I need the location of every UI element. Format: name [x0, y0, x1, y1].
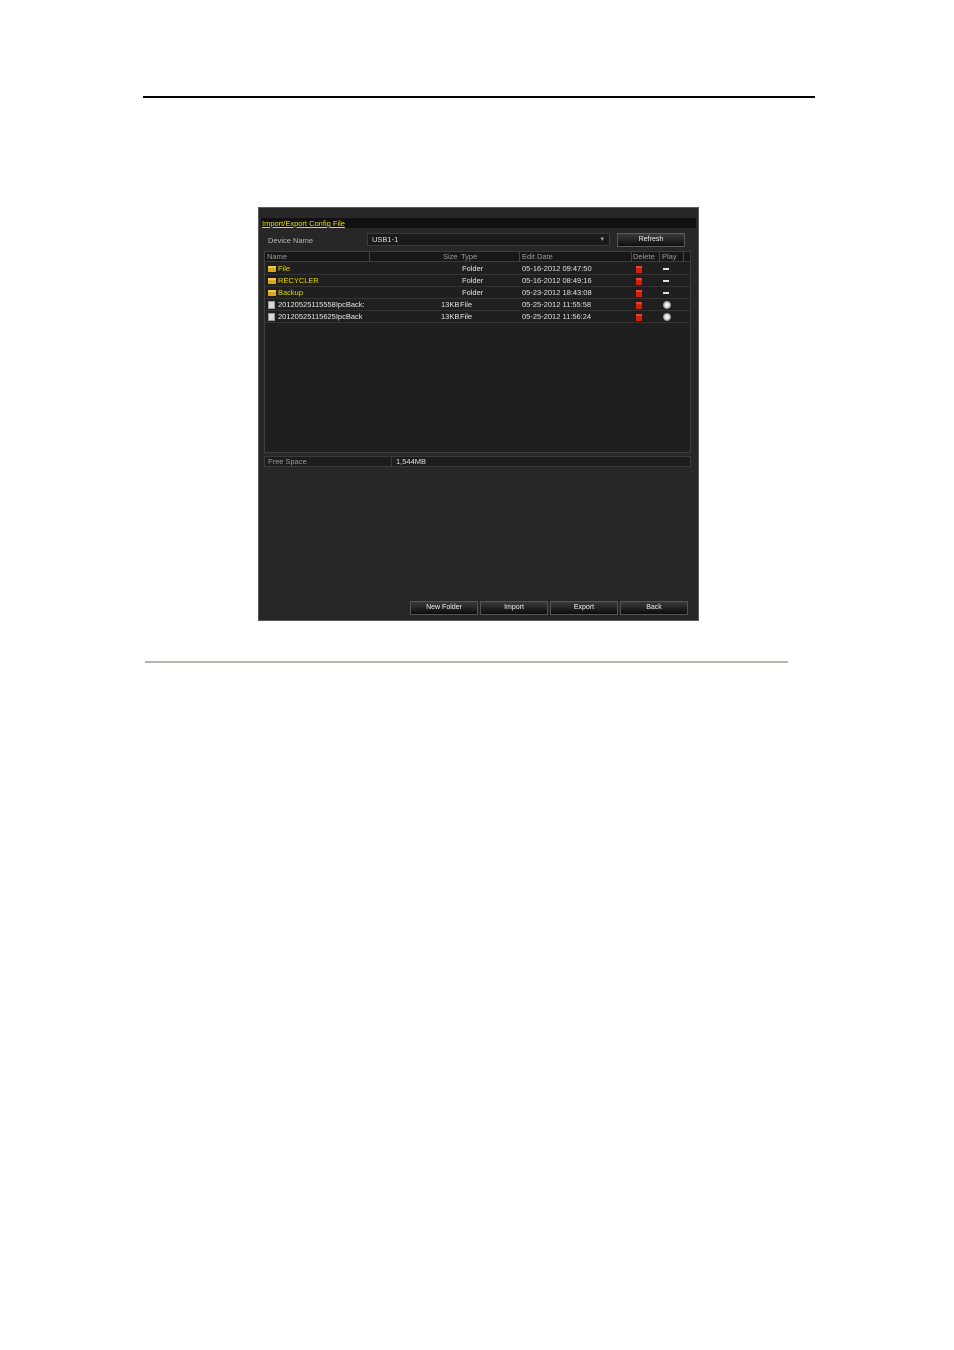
refresh-button[interactable]: Refresh — [617, 233, 685, 247]
row-type: Folder — [462, 288, 484, 297]
window-title: Import/Export Config File — [262, 219, 345, 228]
new-folder-button[interactable]: New Folder — [410, 601, 478, 615]
device-name-value: USB1-1 — [372, 235, 399, 244]
free-space-value: 1,544MB — [396, 457, 427, 466]
table-row[interactable]: RECYCLER Folder 05-16-2012 08:49:16 — [265, 275, 690, 287]
header-play[interactable]: Play — [662, 252, 677, 261]
dash-icon — [663, 268, 669, 270]
back-button[interactable]: Back — [620, 601, 688, 615]
row-name: RECYCLER — [278, 276, 319, 285]
header-size[interactable]: Size — [443, 252, 458, 261]
play-icon[interactable] — [663, 313, 671, 321]
header-type[interactable]: Type — [461, 252, 477, 261]
import-export-window: Import/Export Config File Device Name US… — [258, 207, 699, 621]
table-row[interactable]: 20120525115625IpcBack 13KB File 05-25-2012 … — [265, 311, 690, 323]
row-edit-date: 05-16-2012 08:49:16 — [522, 276, 592, 285]
free-space-row: Free Space 1,544MB — [264, 456, 691, 467]
folder-icon — [268, 278, 276, 284]
row-name: Backup — [278, 288, 304, 297]
dash-icon — [663, 292, 669, 294]
dash-icon — [663, 280, 669, 282]
row-edit-date: 05-25-2012 11:56:24 — [522, 312, 592, 321]
table-row[interactable]: Backup Folder 05-23-2012 18:43:08 — [265, 287, 690, 299]
trash-icon[interactable] — [636, 302, 642, 309]
row-name: 20120525115558IpcBack: — [278, 300, 365, 309]
row-edit-date: 05-23-2012 18:43:08 — [522, 288, 592, 297]
header-name[interactable]: Name — [267, 252, 287, 261]
row-size: 13KB — [441, 312, 460, 321]
file-list: Name Size Type Edit Date Delete Play Fil… — [264, 251, 691, 453]
row-size: 13KB — [441, 300, 460, 309]
title-bar: Import/Export Config File — [261, 218, 696, 228]
trash-icon[interactable] — [636, 266, 642, 273]
row-type: File — [460, 312, 473, 321]
free-space-label: Free Space — [268, 457, 307, 466]
row-type: Folder — [462, 276, 484, 285]
file-icon — [268, 313, 275, 321]
export-button[interactable]: Export — [550, 601, 618, 615]
device-name-label: Device Name — [268, 236, 314, 245]
header-delete[interactable]: Delete — [633, 252, 655, 261]
footer-rule — [145, 661, 788, 663]
header-edit-date[interactable]: Edit Date — [522, 252, 553, 261]
file-icon — [268, 301, 275, 309]
trash-icon[interactable] — [636, 278, 642, 285]
trash-icon[interactable] — [636, 290, 642, 297]
row-name: File — [278, 264, 291, 273]
play-icon[interactable] — [663, 301, 671, 309]
table-row[interactable]: 20120525115558IpcBack: 13KB File 05-25-2012… — [265, 299, 690, 311]
table-row[interactable]: File Folder 05-16-2012 09:47:50 — [265, 263, 690, 275]
folder-icon — [268, 266, 276, 272]
file-list-header: Name Size Type Edit Date Delete Play — [265, 252, 690, 262]
row-type: Folder — [462, 264, 484, 273]
folder-icon — [268, 290, 276, 296]
row-type: File — [460, 300, 473, 309]
row-edit-date: 05-16-2012 09:47:50 — [522, 264, 592, 273]
row-name: 20120525115625IpcBack — [278, 312, 363, 321]
device-name-select[interactable]: USB1-1 ▾ — [367, 233, 610, 246]
header-rule — [143, 96, 815, 98]
chevron-down-icon: ▾ — [600, 236, 604, 243]
row-edit-date: 05-25-2012 11:55:58 — [522, 300, 592, 309]
trash-icon[interactable] — [636, 314, 642, 321]
import-button[interactable]: Import — [480, 601, 548, 615]
